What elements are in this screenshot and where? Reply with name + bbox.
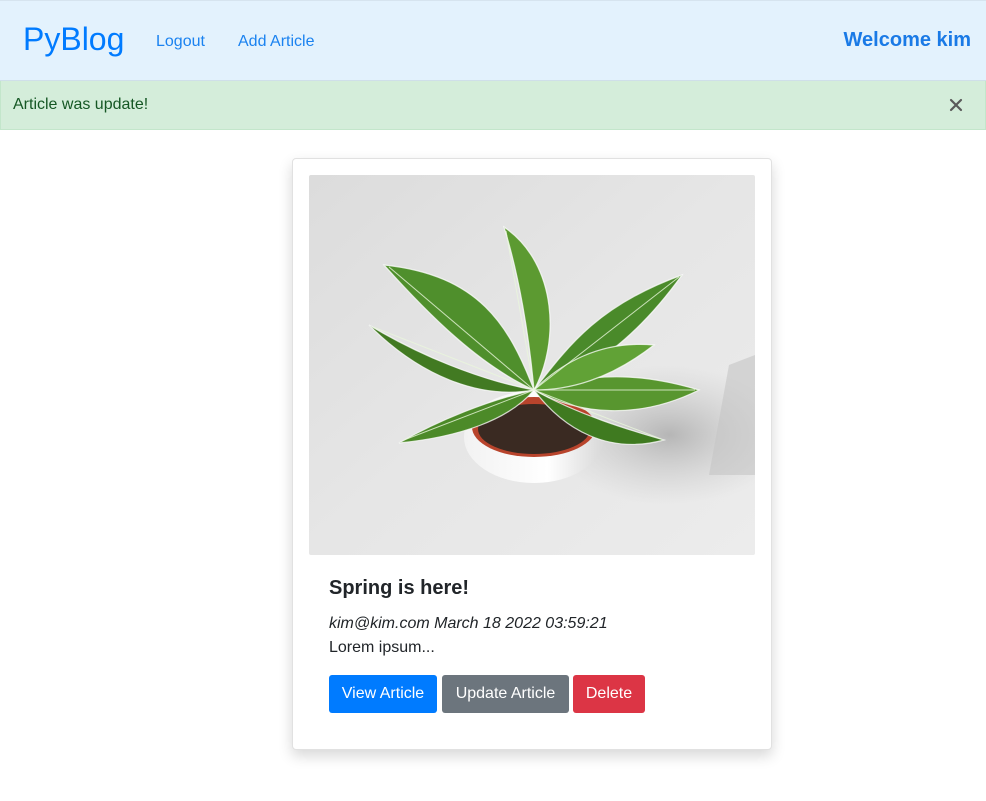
article-title: Spring is here!	[329, 577, 470, 599]
navbar: PyBlog Logout Add Article Welcome kim	[0, 0, 986, 81]
article-excerpt: Lorem ipsum...	[329, 639, 435, 656]
close-icon[interactable]	[947, 94, 965, 116]
nav-link-add-article[interactable]: Add Article	[238, 31, 314, 53]
welcome-text: Welcome kim	[843, 29, 971, 51]
flash-alert: Article was update!	[0, 81, 986, 130]
update-article-button[interactable]: Update Article	[442, 675, 569, 713]
brand-logo[interactable]: PyBlog	[23, 19, 124, 59]
article-image	[309, 175, 755, 555]
view-article-button[interactable]: View Article	[329, 675, 437, 713]
article-card: Spring is here! kim@kim.com March 18 202…	[292, 158, 772, 750]
alert-message: Article was update!	[13, 96, 149, 113]
nav-link-logout[interactable]: Logout	[156, 31, 205, 53]
article-meta: kim@kim.com March 18 2022 03:59:21	[329, 615, 608, 632]
delete-article-button[interactable]: Delete	[573, 675, 645, 713]
